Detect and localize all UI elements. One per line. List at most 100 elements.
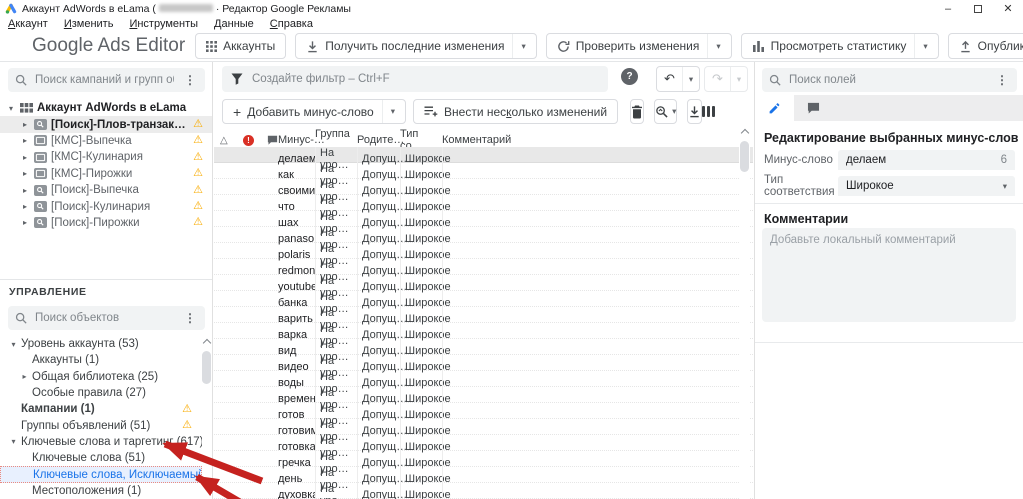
chevron-down-icon[interactable]: ▾ [672,107,676,116]
tab-comments[interactable] [794,95,833,121]
management-item[interactable]: Местоположения (1) [0,483,202,499]
table-row[interactable]: вид На уро… Допущ… Широкое [214,339,753,363]
comment-icon[interactable] [267,135,278,145]
table-row[interactable]: redmondНа уро…Допущ…Широкое [214,259,753,283]
undo-button[interactable]: ↶ [657,71,682,87]
kebab-menu-icon[interactable]: ⋮ [182,311,198,325]
management-item[interactable]: Аккаунты (1) [0,352,202,368]
table-row[interactable]: готов На уро… Допущ… Широкое [214,403,753,427]
table-row[interactable]: как На уро… Допущ… Широкое [214,163,753,187]
management-item[interactable]: Особые правила (27) [0,385,202,401]
delete-button[interactable] [630,99,645,124]
field-search[interactable]: Поиск полей ⋮ [762,68,1017,92]
table-row[interactable]: готовим На уро… Допущ… Широкое [214,419,753,443]
warning-triangle-icon[interactable]: △ [220,135,228,146]
expander-right-icon[interactable]: ▸ [20,153,30,162]
kebab-menu-icon[interactable]: ⋮ [182,73,198,87]
table-row[interactable]: банка На уро… Допущ… Широкое [214,291,753,315]
management-item[interactable]: ▸ Общая библиотека (25) [0,369,202,385]
table-row[interactable]: своими На уро… Допущ… Широкое [214,179,753,203]
expander-right-icon[interactable]: ▸ [20,186,30,195]
table-row[interactable]: духовкаНа уро…Допущ…Широкое [214,483,753,499]
kebab-menu-icon[interactable]: ⋮ [994,73,1010,87]
table-row[interactable]: polaris На уро… Допущ… Широкое [214,243,753,267]
campaign-item[interactable]: ▸ [КМС]-Пирожки ⚠ [0,166,212,182]
expander-down-icon[interactable]: ▾ [6,104,16,113]
sidebar-scrollbar[interactable] [201,336,212,499]
table-row[interactable]: гречка На уро… Допущ… Широкое [214,451,753,475]
help-button[interactable]: ? [621,68,638,85]
scroll-up-icon[interactable] [202,338,211,348]
expander-right-icon[interactable]: ▸ [20,218,30,227]
col-parent[interactable]: Родите… [357,134,404,146]
columns-button[interactable] [702,106,716,117]
campaign-item[interactable]: ▸ [КМС]-Кулинария ⚠ [0,149,212,165]
expander-down-icon[interactable]: ▾ [8,340,19,349]
accounts-button[interactable]: Аккаунты [195,33,287,59]
error-circle-icon[interactable]: ! [243,134,254,146]
publish-button[interactable]: Опубликовать ▾ [947,33,1023,59]
expander-right-icon[interactable]: ▸ [20,120,30,129]
scrollbar-thumb[interactable] [740,141,749,172]
management-item[interactable]: Ключевые слова, Исключаемый критер [0,466,202,483]
match-type-select[interactable]: Широкое ▾ [838,176,1015,196]
expander-right-icon[interactable]: ▸ [19,372,30,381]
scrollbar-thumb[interactable] [202,351,211,384]
table-row[interactable]: шах На уро… Допущ… Широкое [214,211,753,235]
management-item[interactable]: ▾ Уровень аккаунта (53) [0,336,202,352]
col-comment[interactable]: Комментарий [442,134,753,146]
table-row[interactable]: готовка На уро… Допущ… Широкое [214,435,753,459]
campaign-item[interactable]: ▸ [Поиск]-Пирожки ⚠ [0,215,212,231]
campaign-item[interactable]: ▸ [Поиск]-Выпечка ⚠ [0,182,212,198]
management-item[interactable]: ▾ Ключевые слова и таргетинг (617) [0,434,202,450]
expander-right-icon[interactable]: ▸ [20,169,30,178]
table-row[interactable]: варить На уро… Допущ… Широкое [214,307,753,331]
scroll-up-icon[interactable] [740,128,749,138]
expander-right-icon[interactable]: ▸ [20,202,30,211]
menu-item[interactable]: Инструменты [121,18,206,30]
table-row[interactable]: panaso…На уро…Допущ…Широкое [214,227,753,251]
campaign-item[interactable]: ▸[Поиск]-Плов-транзакционные⚠ [0,116,212,133]
chevron-down-icon[interactable]: ▾ [521,42,525,51]
management-item[interactable]: Группы объявлений (51) ⚠ [0,417,202,433]
filter-bar[interactable]: Создайте фильтр – Ctrl+F [222,66,608,92]
menu-item[interactable]: Данные [206,18,262,30]
comment-textarea[interactable]: Добавьте локальный комментарий [762,228,1016,322]
export-button[interactable] [687,99,703,124]
menu-item[interactable]: Изменить [56,18,122,30]
chevron-down-icon[interactable]: ▾ [716,42,720,51]
expander-down-icon[interactable]: ▾ [8,437,19,446]
campaign-item[interactable]: ▸ [КМС]-Выпечка ⚠ [0,133,212,149]
redo-menu-button[interactable]: ▾ [729,67,747,91]
table-row[interactable]: что На уро… Допущ… Широкое [214,195,753,219]
view-statistics-button[interactable]: Просмотреть статистику ▾ [740,33,939,59]
expander-right-icon[interactable]: ▸ [20,136,30,145]
get-recent-changes-button[interactable]: Получить последние изменения ▾ [295,33,537,59]
tree-root-account[interactable]: ▾ Аккаунт AdWords в eLama [0,100,212,116]
table-scrollbar[interactable] [739,126,750,499]
check-changes-button[interactable]: Проверить изменения ▾ [545,33,732,59]
object-search[interactable]: Поиск объектов ⋮ [8,306,205,330]
table-row[interactable]: youtube На уро… Допущ… Широкое [214,275,753,299]
campaign-item[interactable]: ▸ [Поиск]-Кулинария ⚠ [0,198,212,214]
close-button[interactable]: ✕ [993,0,1023,17]
redo-button[interactable]: ↷ [705,71,730,87]
table-row[interactable]: делаем На уро… Допущ… Широкое [214,147,753,171]
menu-item[interactable]: Справка [262,18,321,30]
chevron-down-icon[interactable]: ▾ [923,42,927,51]
table-row[interactable]: воды На уро… Допущ… Широкое [214,371,753,395]
campaign-search[interactable]: Поиск кампаний и групп объявлений ⋮ [8,68,205,92]
col-negative-keyword[interactable]: Минус-… [278,134,325,146]
table-row[interactable]: день На уро… Допущ… Широкое [214,467,753,491]
replace-text-button[interactable]: ▾ [654,99,678,124]
maximize-button[interactable] [963,0,993,17]
table-row[interactable]: видео На уро… Допущ… Широкое [214,355,753,379]
management-item[interactable]: Кампании (1) ⚠ [0,401,202,417]
menu-item[interactable]: Аккаунт [0,18,56,30]
bulk-edit-button[interactable]: Внести несколько изменений [413,99,619,124]
undo-menu-button[interactable]: ▾ [681,67,699,91]
table-row[interactable]: времениНа уро…Допущ…Широкое [214,387,753,411]
table-row[interactable]: варка На уро… Допущ… Широкое [214,323,753,347]
add-negative-keyword-button[interactable]: + Добавить минус-слово ▾ [222,99,407,124]
management-item[interactable]: Ключевые слова (51) [0,450,202,466]
